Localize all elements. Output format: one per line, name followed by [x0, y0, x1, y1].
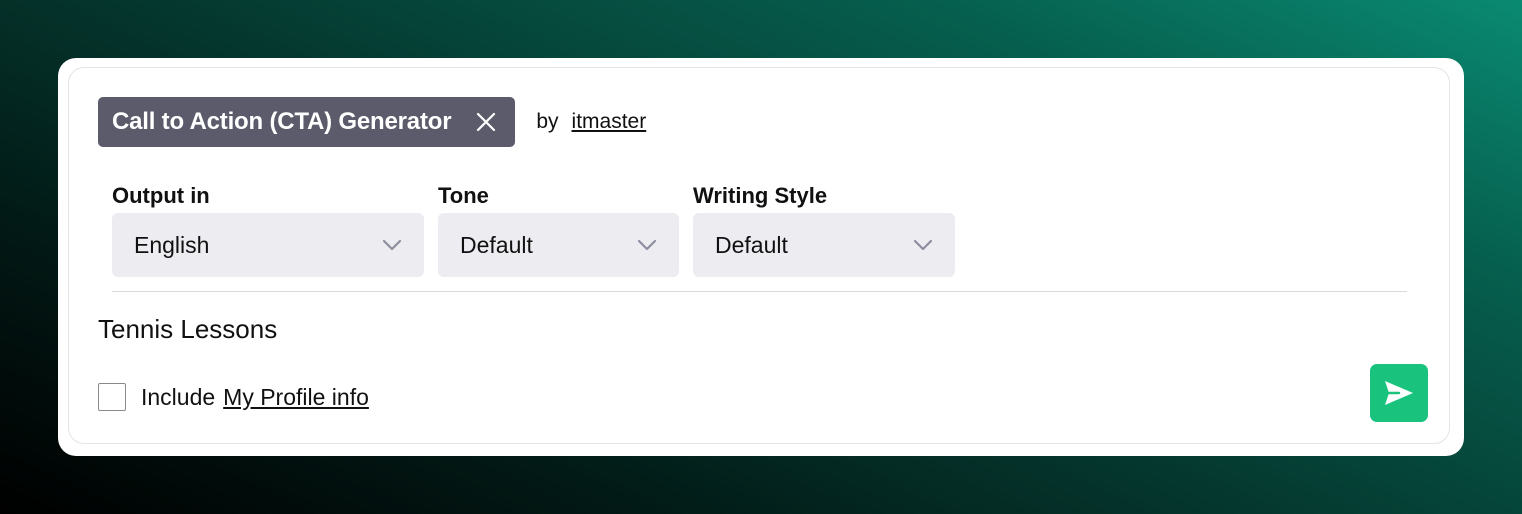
prompt-card-outer: Call to Action (CTA) Generator by itmast… [58, 58, 1464, 456]
writing-style-field: Writing Style Default [693, 181, 955, 277]
send-button[interactable] [1370, 364, 1428, 422]
include-profile-checkbox[interactable] [98, 383, 126, 411]
include-label: Include [141, 383, 216, 410]
template-header: Call to Action (CTA) Generator by itmast… [98, 97, 646, 147]
by-label: by [536, 110, 559, 133]
output-language-select[interactable]: English [112, 213, 424, 277]
send-icon [1385, 381, 1413, 405]
close-icon[interactable] [475, 111, 497, 133]
my-profile-info-link[interactable]: My Profile info [223, 384, 369, 411]
output-language-value: English [134, 231, 210, 258]
prompt-card: Call to Action (CTA) Generator by itmast… [68, 67, 1450, 444]
prompt-input[interactable]: Tennis Lessons [98, 314, 277, 345]
include-profile-row: Include My Profile info [98, 382, 369, 412]
tone-value: Default [460, 231, 533, 258]
output-language-field: Output in English [112, 181, 424, 277]
tone-select[interactable]: Default [438, 213, 679, 277]
writing-style-value: Default [715, 231, 788, 258]
template-title: Call to Action (CTA) Generator [112, 108, 452, 135]
author-link[interactable]: itmaster [572, 110, 647, 134]
template-chip: Call to Action (CTA) Generator [98, 97, 516, 147]
chevron-down-icon [913, 239, 933, 251]
writing-style-label: Writing Style [693, 183, 828, 208]
divider [112, 291, 1407, 292]
tone-field: Tone Default [438, 181, 679, 277]
chevron-down-icon [637, 239, 657, 251]
chevron-down-icon [382, 239, 402, 251]
writing-style-select[interactable]: Default [693, 213, 955, 277]
output-language-label: Output in [112, 183, 210, 208]
tone-label: Tone [438, 183, 489, 208]
